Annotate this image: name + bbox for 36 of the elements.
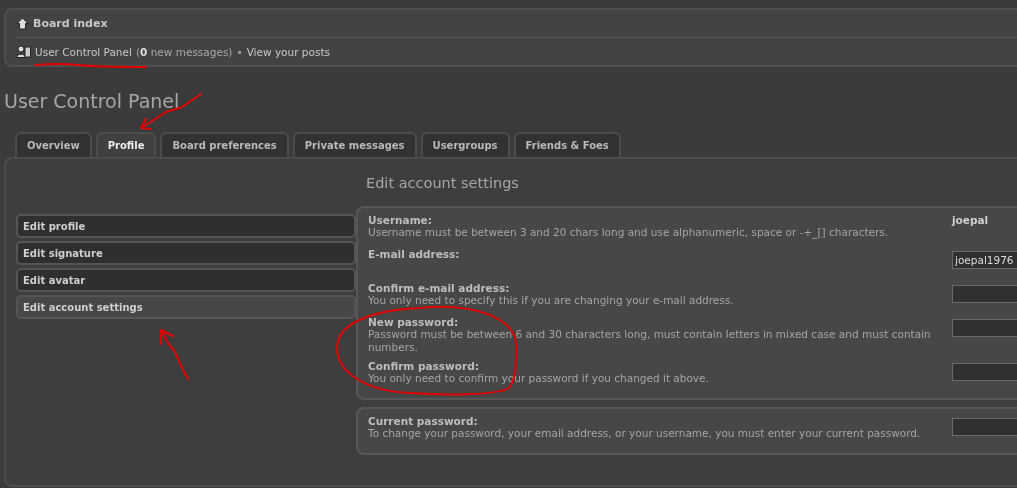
sidebar-item[interactable]: Edit profile [16,214,356,238]
field-label: E-mail address: [368,248,461,260]
username-value: joepal [952,213,989,226]
input-field[interactable] [952,285,1017,303]
page-title: User Control Panel [4,90,180,114]
sidebar-item[interactable]: Edit signature [16,241,356,265]
input-field[interactable]: joepal1976 [952,251,1017,269]
tab[interactable]: Board preferences [160,132,289,157]
sidebar-item[interactable]: Edit account settings [16,295,356,319]
field-explanation: Username must be between 3 and 20 chars long and use alphanumeric, space or -+_[] characters. [368,226,890,239]
view-posts-link[interactable]: View your posts [246,45,330,58]
field-label: Current password: [368,415,479,427]
field-explanation: To change your password, your email address, or your username, you must enter your current password. [368,427,922,440]
field-label: Confirm e-mail address: [368,282,511,294]
input-field[interactable] [952,363,1017,381]
field-label: New password: [368,316,460,328]
home-icon [16,17,29,30]
tab[interactable]: Private messages [292,132,417,157]
separator-dot: • [236,45,243,58]
messages-note: (0 new messages) [135,45,233,58]
field-label: Confirm password: [368,360,480,372]
section-title: Edit account settings [366,175,520,191]
annotation-arrow [160,329,189,380]
field-explanation: You only need to specify this if you are changing your e-mail address. [368,294,735,307]
tab[interactable]: Profile [95,132,157,157]
board-index-link[interactable]: Board index [33,17,108,30]
user-icon [16,45,31,58]
field-explanation: Password must be between 6 and 30 characters long, must contain letters in mixed case and must contain numbers. [368,328,932,354]
field-label: Username: [368,214,433,226]
user-control-panel-link[interactable]: User Control Panel [35,45,132,58]
input-field[interactable] [952,319,1017,337]
sidebar-item[interactable]: Edit avatar [16,268,356,292]
tab[interactable]: Overview [15,132,92,157]
tab[interactable]: Friends & Foes [513,132,621,157]
tab[interactable]: Usergroups [420,132,510,157]
input-field[interactable] [952,418,1017,436]
